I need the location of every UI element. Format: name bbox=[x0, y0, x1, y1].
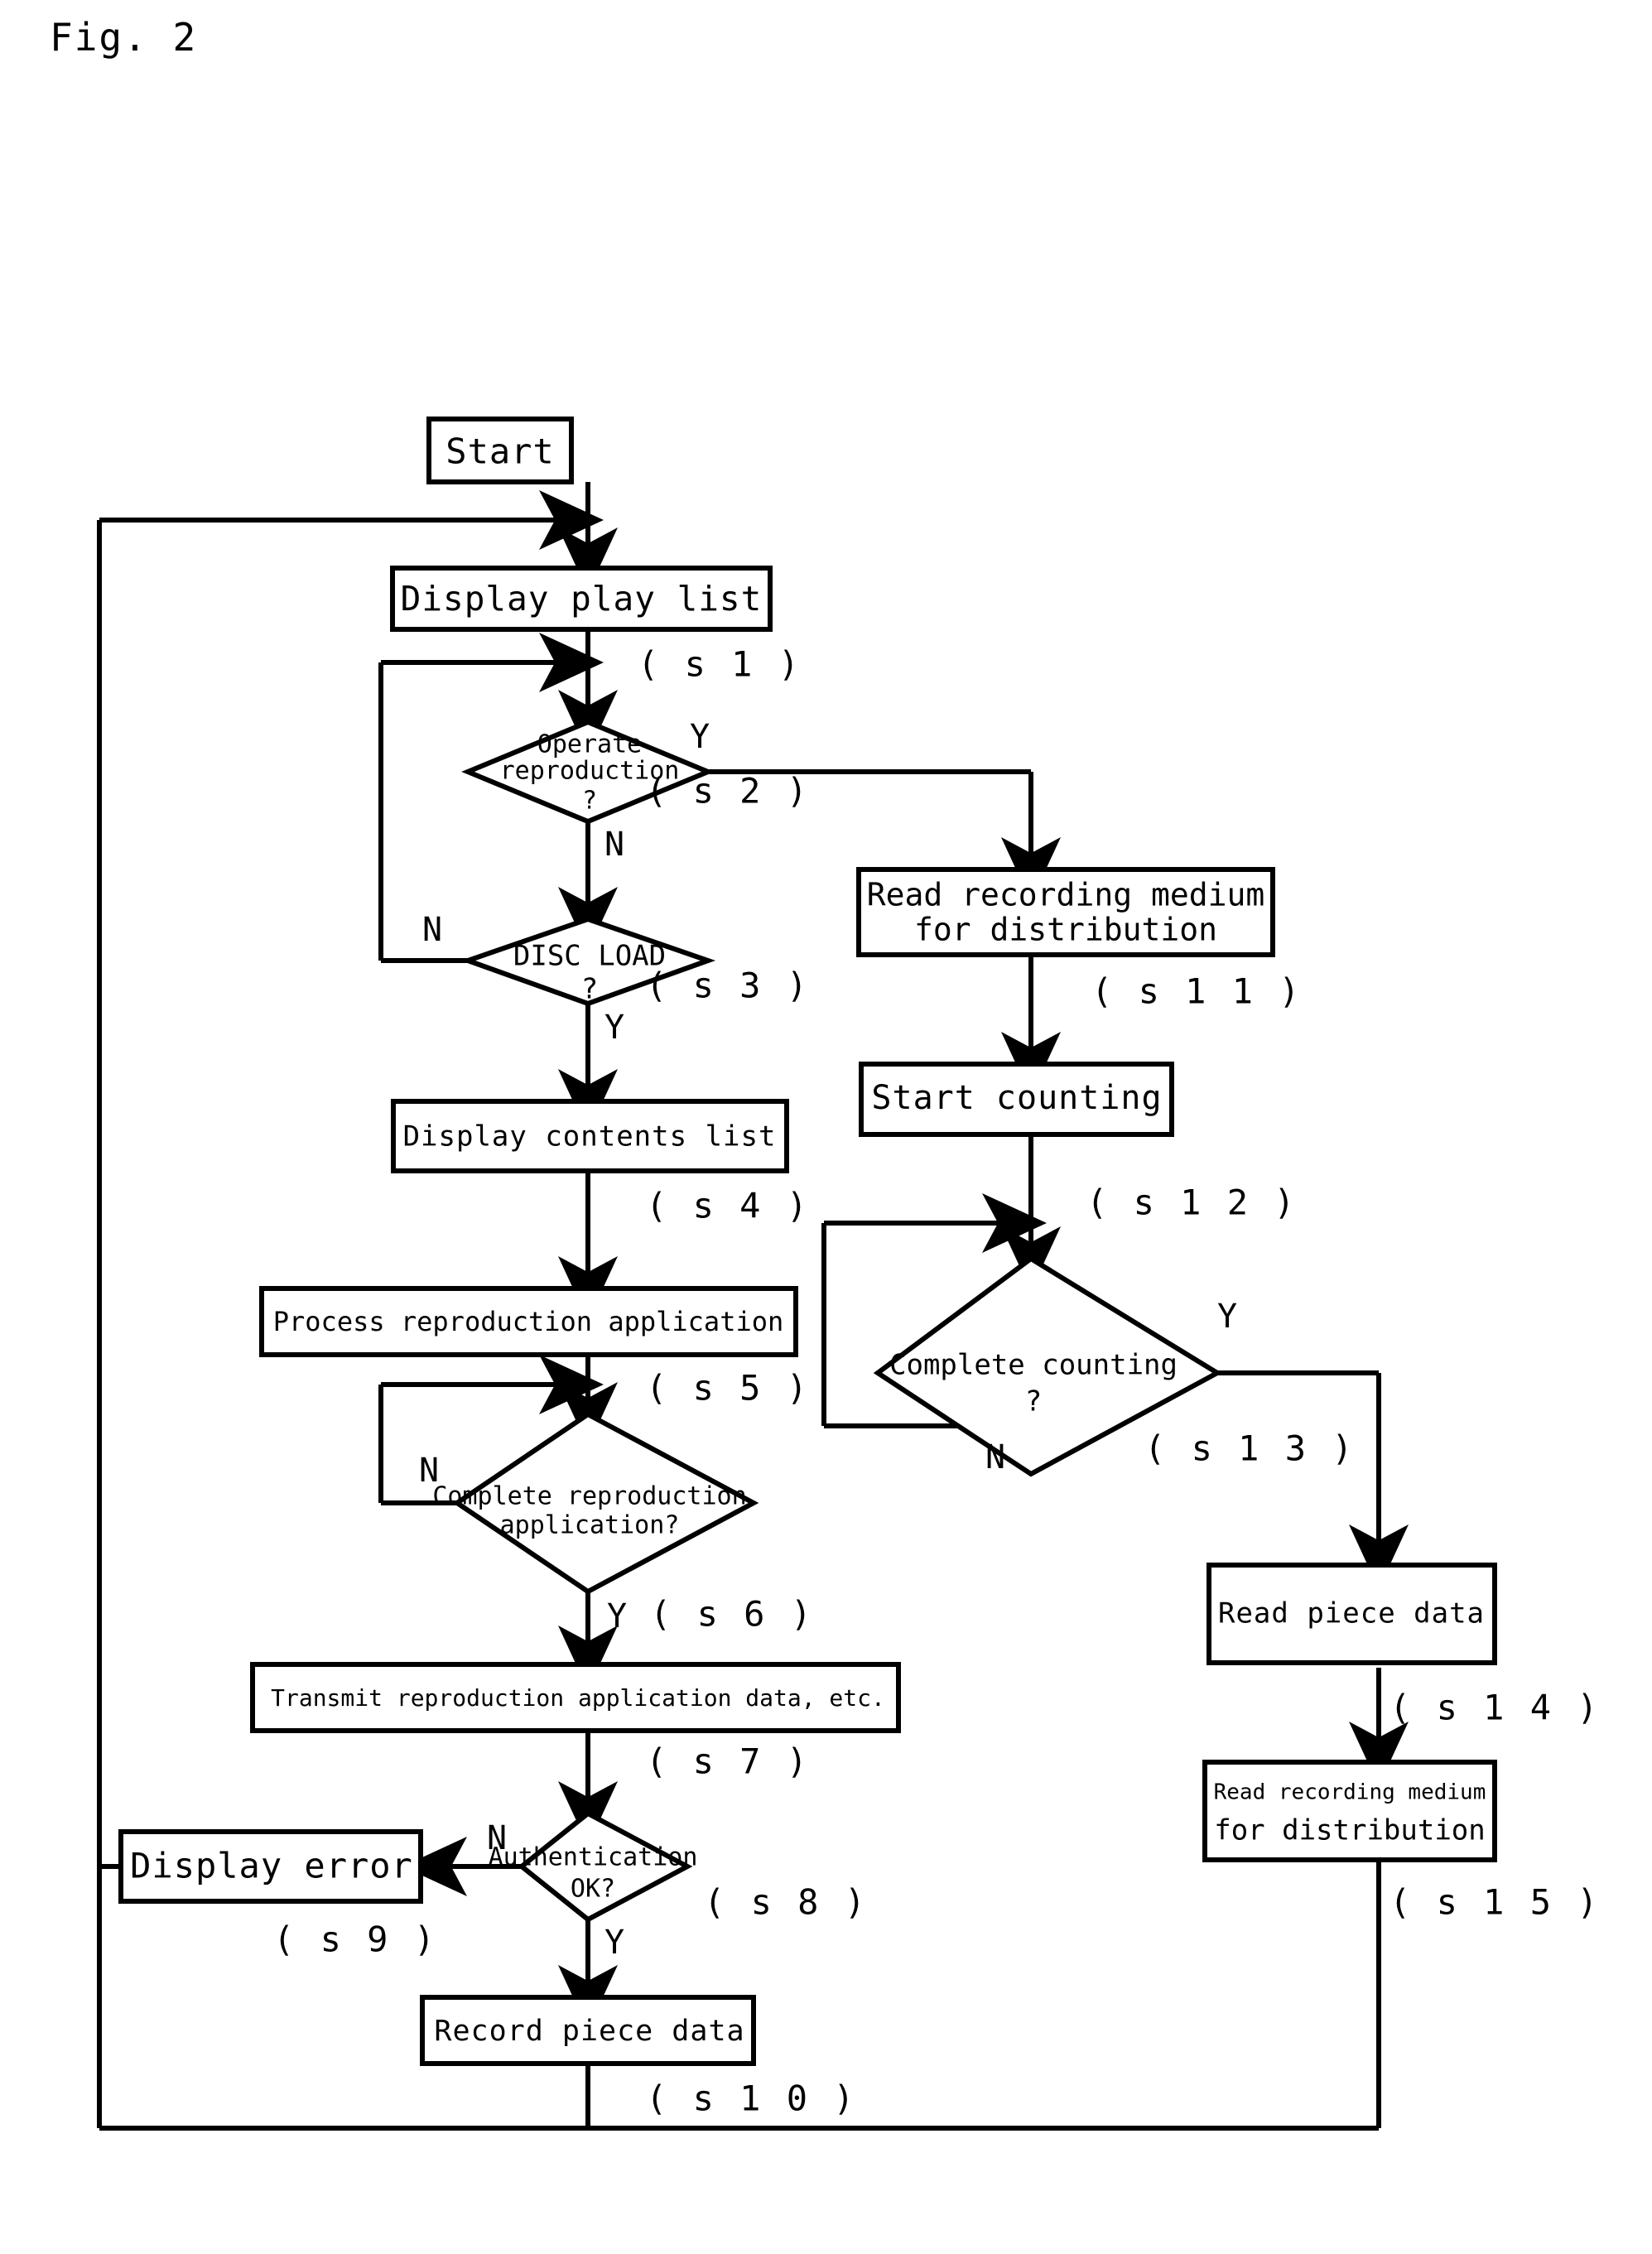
node-s11-label-line2: for distribution bbox=[914, 912, 1217, 948]
node-s15-label-line1: Read recording medium bbox=[1214, 1780, 1486, 1805]
step-label-s5: ( s 5 ) bbox=[646, 1368, 810, 1409]
step-label-s15: ( s 1 5 ) bbox=[1390, 1882, 1601, 1923]
step-label-s8: ( s 8 ) bbox=[704, 1882, 868, 1923]
edge-label-s3-yes: Y bbox=[604, 1009, 624, 1047]
node-s15[interactable]: Read recording medium for distribution bbox=[1202, 1760, 1497, 1862]
step-label-s2: ( s 2 ) bbox=[646, 771, 810, 812]
step-label-s9: ( s 9 ) bbox=[273, 1919, 437, 1960]
node-s6-label-line1: Complete reproduction bbox=[432, 1482, 746, 1511]
node-start[interactable]: Start bbox=[426, 417, 574, 484]
node-s10[interactable]: Record piece data bbox=[420, 1995, 756, 2066]
node-s12-label: Start counting bbox=[871, 1079, 1162, 1117]
edge-label-s13-yes: Y bbox=[1217, 1298, 1237, 1336]
edge-label-s8-no: N bbox=[487, 1819, 507, 1857]
edge-label-s6-yes: Y bbox=[607, 1597, 627, 1635]
edge-label-s3-no: N bbox=[422, 911, 442, 949]
node-s5-label: Process reproduction application bbox=[273, 1306, 784, 1337]
node-s5[interactable]: Process reproduction application bbox=[259, 1286, 798, 1357]
node-s8[interactable]: Authentication OK? bbox=[489, 1810, 698, 1923]
edge-label-s2-yes: Y bbox=[690, 718, 710, 756]
node-s11[interactable]: Read recording medium for distribution bbox=[856, 867, 1275, 957]
edge-label-s13-no: N bbox=[985, 1438, 1005, 1476]
node-s9[interactable]: Display error bbox=[118, 1829, 423, 1904]
node-s10-label: Record piece data bbox=[434, 2015, 744, 2048]
flowchart-canvas: Start Display play list ( s 1 ) Operate … bbox=[0, 0, 1652, 2254]
node-s13-label-line1: Complete counting bbox=[889, 1349, 1178, 1382]
node-s2-label-line3: ? bbox=[582, 787, 597, 816]
node-s8-label-line1: Authentication bbox=[489, 1843, 698, 1872]
node-s9-label: Display error bbox=[130, 1846, 413, 1886]
node-s3-label-line2: ? bbox=[581, 973, 598, 1006]
node-s4[interactable]: Display contents list bbox=[391, 1099, 789, 1173]
node-s1[interactable]: Display play list bbox=[390, 566, 773, 632]
node-s12[interactable]: Start counting bbox=[859, 1062, 1174, 1137]
node-s2-label-line1: Operate bbox=[537, 730, 642, 759]
node-s15-label-line2: for distribution bbox=[1214, 1814, 1486, 1847]
node-s14[interactable]: Read piece data bbox=[1206, 1563, 1497, 1665]
node-s8-label-line2: OK? bbox=[571, 1875, 615, 1904]
edge-label-s6-no: N bbox=[419, 1452, 439, 1490]
step-label-s14: ( s 1 4 ) bbox=[1390, 1688, 1601, 1728]
step-label-s1: ( s 1 ) bbox=[638, 644, 802, 685]
node-s14-label: Read piece data bbox=[1218, 1597, 1485, 1630]
step-label-s11: ( s 1 1 ) bbox=[1091, 971, 1303, 1012]
node-s7-label: Transmit reproduction application data, … bbox=[271, 1684, 885, 1712]
step-label-s10: ( s 1 0 ) bbox=[646, 2078, 857, 2119]
node-s7[interactable]: Transmit reproduction application data, … bbox=[250, 1662, 901, 1733]
step-label-s6: ( s 6 ) bbox=[650, 1594, 814, 1635]
step-label-s3: ( s 3 ) bbox=[646, 966, 810, 1006]
node-s4-label: Display contents list bbox=[403, 1120, 777, 1153]
step-label-s13: ( s 1 3 ) bbox=[1144, 1428, 1356, 1469]
node-start-label: Start bbox=[446, 431, 554, 472]
node-s1-label: Display play list bbox=[401, 579, 763, 619]
node-s13-label-line2: ? bbox=[1025, 1385, 1042, 1418]
node-s3-label-line1: DISC LOAD bbox=[513, 940, 666, 973]
step-label-s12: ( s 1 2 ) bbox=[1086, 1182, 1298, 1223]
step-label-s4: ( s 4 ) bbox=[646, 1186, 810, 1226]
node-s6[interactable]: Complete reproduction application? bbox=[432, 1411, 759, 1595]
step-label-s7: ( s 7 ) bbox=[646, 1741, 810, 1782]
node-s6-label-line2: application? bbox=[500, 1511, 680, 1540]
edge-label-s2-no: N bbox=[604, 826, 624, 864]
node-s11-label-line1: Read recording medium bbox=[867, 877, 1264, 913]
edge-label-s8-yes: Y bbox=[604, 1924, 624, 1962]
